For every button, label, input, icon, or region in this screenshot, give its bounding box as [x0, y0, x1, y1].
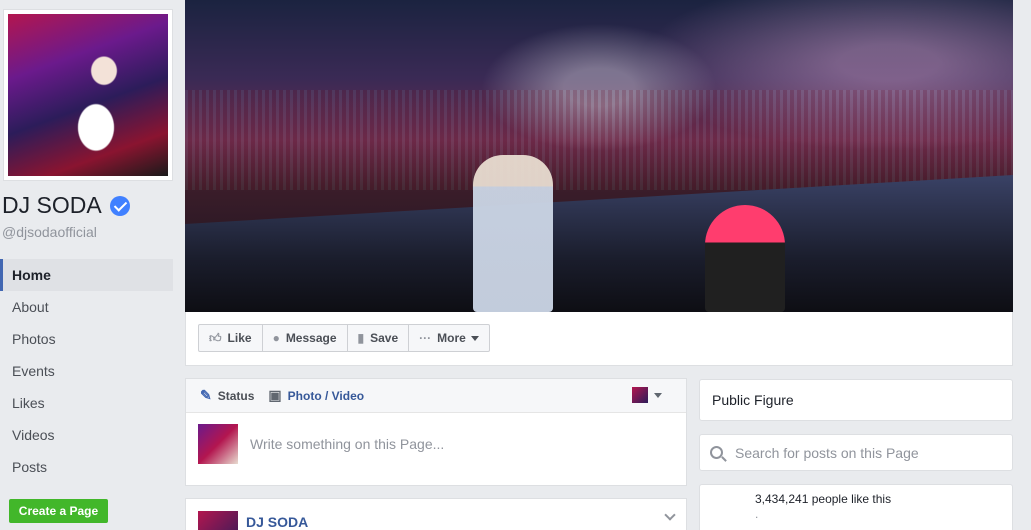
tab-status[interactable]: ✎ Status [200, 387, 254, 404]
like-button[interactable]: 👍︎ Like [198, 324, 263, 352]
chevron-down-icon [470, 335, 479, 341]
tab-status-label: Status [217, 388, 255, 403]
save-label: Save [370, 331, 399, 345]
more-button[interactable]: ··· More [408, 324, 490, 352]
profile-photo [8, 14, 168, 176]
verified-badge-icon [109, 195, 130, 216]
cover-dj-figure [473, 155, 553, 312]
message-button[interactable]: ● Message [261, 324, 348, 352]
sidebar-item-photos[interactable]: Photos [0, 323, 173, 355]
page-search [699, 434, 1013, 471]
ellipsis-icon: ··· [419, 331, 432, 345]
camera-icon: ▣ [268, 387, 282, 403]
chevron-down-icon [654, 392, 662, 398]
page-title-row: DJ SODA [2, 192, 130, 219]
bookmark-icon: ▮ [357, 331, 365, 345]
page-title[interactable]: DJ SODA [2, 192, 102, 219]
profile-picture[interactable] [3, 9, 173, 181]
composer-input[interactable]: Write something on this Page... [250, 436, 444, 452]
cover-crowd [185, 90, 1013, 190]
likes-card: 3,434,241 people like this . [699, 484, 1013, 530]
category-card: Public Figure [699, 379, 1013, 421]
composer-body: Write something on this Page... [186, 413, 686, 475]
chevron-down-icon[interactable] [664, 509, 676, 521]
cover-dj-booth [185, 175, 1013, 312]
like-label: Like [227, 331, 252, 345]
search-input[interactable] [735, 444, 995, 461]
tab-photo-label: Photo / Video [287, 388, 365, 403]
sidebar-item-events[interactable]: Events [0, 355, 173, 387]
more-label: More [437, 331, 466, 345]
sidebar-item-about[interactable]: About [0, 291, 173, 323]
create-page-button[interactable]: Create a Page [9, 499, 108, 523]
page-handle[interactable]: @djsodaofficial [2, 224, 97, 240]
cover-dj-figure [705, 205, 785, 312]
thumbs-up-icon: 👍︎ [209, 330, 222, 345]
message-label: Message [285, 331, 337, 345]
composer-tabs: ✎ Status ▣ Photo / Video [186, 379, 686, 413]
cover-photo[interactable] [185, 0, 1013, 312]
save-button[interactable]: ▮ Save [346, 324, 410, 352]
pencil-icon: ✎ [200, 387, 212, 403]
action-button-group: 👍︎ Like ● Message ▮ Save ··· More [198, 324, 490, 352]
post-card: DJ SODA [185, 498, 687, 530]
sidebar-item-likes[interactable]: Likes [0, 387, 173, 419]
sidebar-item-videos[interactable]: Videos [0, 419, 173, 451]
avatar [632, 387, 648, 403]
post-composer: ✎ Status ▣ Photo / Video Write something… [185, 378, 687, 486]
post-as-selector[interactable] [632, 387, 662, 403]
likes-count: 3,434,241 people like this [755, 492, 892, 506]
avatar [198, 424, 238, 464]
tab-photo-video[interactable]: ▣ Photo / Video [268, 387, 364, 404]
page-action-bar: 👍︎ Like ● Message ▮ Save ··· More [185, 312, 1013, 366]
post-author[interactable]: DJ SODA [246, 514, 308, 530]
search-icon [710, 446, 723, 459]
likes-subtext: . [755, 507, 759, 521]
sidebar-item-home[interactable]: Home [0, 259, 173, 291]
message-bubble-icon: ● [272, 331, 280, 345]
sidebar-item-posts[interactable]: Posts [0, 451, 173, 483]
sidebar-nav: Home About Photos Events Likes Videos Po… [0, 259, 173, 483]
avatar[interactable] [198, 511, 238, 530]
